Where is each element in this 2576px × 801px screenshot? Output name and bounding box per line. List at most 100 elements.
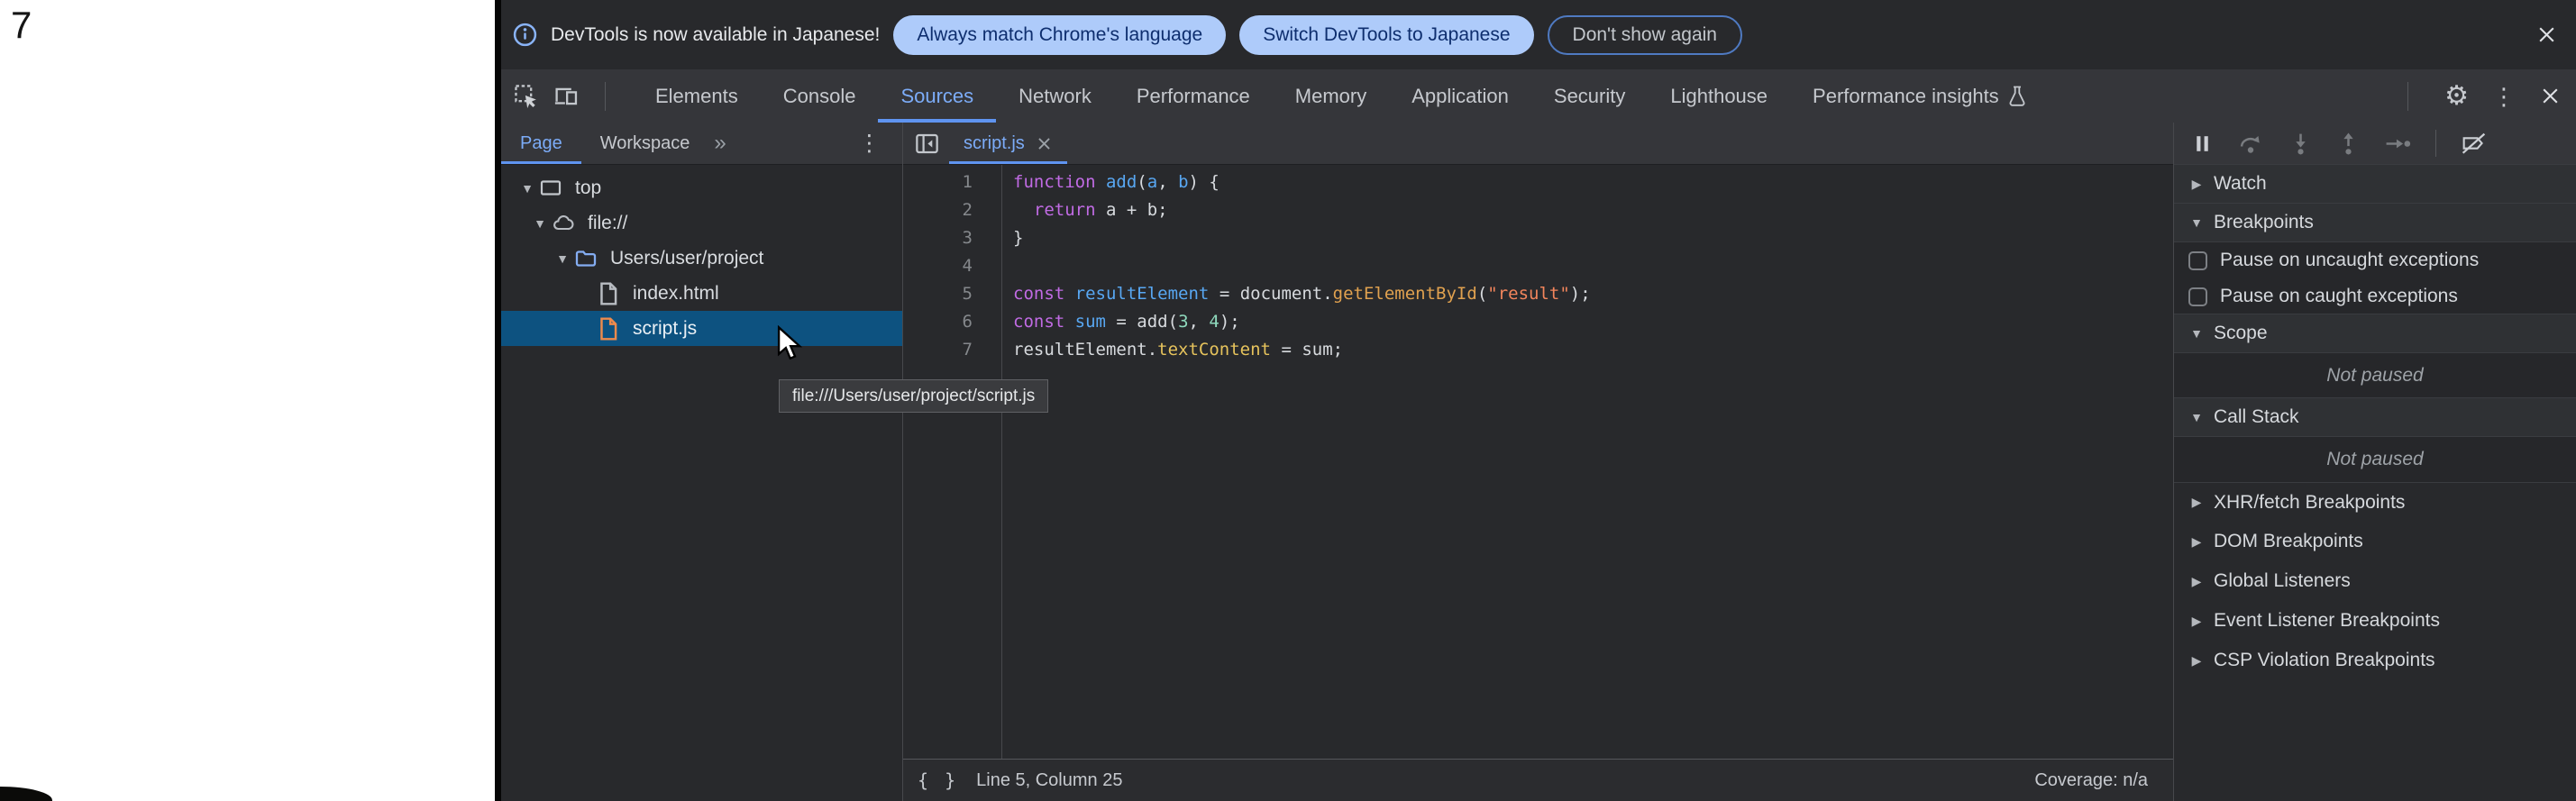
step-into-icon[interactable] [2288,132,2313,156]
toolbar-separator [2407,82,2408,111]
section-header-dom-breakpoints[interactable]: ▶DOM Breakpoints [2174,522,2576,561]
section-header-global-listeners[interactable]: ▶ Global Listeners [2174,561,2576,601]
inspect-icon[interactable] [513,83,540,110]
section-header-watch[interactable]: ▶ Watch [2174,164,2576,204]
line-number[interactable]: 1 [903,168,1001,196]
tab-close-icon[interactable] [1036,135,1053,152]
editor-tab-label: script.js [964,133,1025,154]
device-toolbar-icon[interactable] [553,83,580,110]
step-out-icon[interactable] [2336,132,2361,156]
cloud-icon [552,211,575,236]
code-line-1: function add(a, b) { [1013,168,1591,196]
code-line-4 [1013,252,1591,280]
code-content[interactable]: function add(a, b) { return a + b;}const… [1002,165,1591,759]
infobar-message: DevTools is now available in Japanese! [551,24,880,46]
debugger-sections: ▶ Watch ▼BreakpointsPause on uncaught exce… [2174,165,2576,801]
panel-toggle-icon[interactable] [914,131,940,157]
tab-lighthouse[interactable]: Lighthouse [1648,69,1790,123]
more-options-kebab-icon[interactable]: ⋮ [2492,85,2516,108]
section-label: Call Stack [2214,406,2299,428]
tab-elements[interactable]: Elements [633,69,761,123]
tab-application[interactable]: Application [1389,69,1531,123]
navigator-tab-page[interactable]: Page [501,123,581,164]
switch-devtools-japanese-button[interactable]: Switch DevTools to Japanese [1239,15,1533,55]
file-gray-icon [597,281,620,306]
code-line-7: resultElement.textContent = sum; [1013,336,1591,364]
step-icon[interactable] [2384,132,2412,156]
line-number[interactable]: 2 [903,196,1001,224]
section-label: Event Listener Breakpoints [2214,610,2440,632]
settings-gear-icon[interactable]: ⚙ [2444,83,2469,110]
not-paused-placeholder: Not paused [2174,437,2576,482]
deactivate-breakpoints-icon[interactable] [2460,132,2488,156]
collapsed-triangle-icon: ▶ [2188,495,2205,510]
tab-performance-insights[interactable]: Performance insights [1790,69,2050,123]
tab-memory[interactable]: Memory [1273,69,1389,123]
navigator-kebab-icon[interactable]: ⋮ [858,130,881,157]
section-label: DOM Breakpoints [2214,531,2363,552]
always-match-language-button[interactable]: Always match Chrome's language [893,15,1226,55]
expand-triangle-icon[interactable]: ▼ [519,181,535,196]
editor-tabstrip: script.js [903,123,2173,165]
collapsed-triangle-icon: ▶ [2188,574,2205,589]
section-header-breakpoints[interactable]: ▼Breakpoints [2174,203,2576,242]
tree-item-file[interactable]: ▼ file:// [501,205,902,241]
devtools-close-icon[interactable] [2539,85,2562,107]
toolbar-right: ⚙ ⋮ [2395,82,2576,111]
tab-sources[interactable]: Sources [878,69,996,123]
tree-item-label: Users/user/project [610,248,763,269]
section-label: Global Listeners [2214,570,2351,592]
infobar: DevTools is now available in Japanese! A… [501,0,2576,69]
section-header-call-stack[interactable]: ▼Call Stack [2174,397,2576,437]
collapsed-triangle-icon: ▶ [2188,653,2205,669]
tree-item-script-js[interactable]: script.js [501,311,902,346]
step-over-icon[interactable] [2238,132,2265,156]
line-number[interactable]: 5 [903,280,1001,308]
line-number[interactable]: 3 [903,224,1001,252]
debugger-sidebar: ▶ Watch ▼BreakpointsPause on uncaught exce… [2174,123,2576,801]
tree-item-label: file:// [588,213,627,234]
checkbox-row-pause-on-caught-exceptions[interactable]: Pause on caught exceptions [2174,278,2576,314]
debugger-toolbar-separator [2435,130,2436,157]
expand-triangle-icon[interactable]: ▼ [554,251,571,266]
code-line-6: const sum = add(3, 4); [1013,308,1591,336]
tab-network[interactable]: Network [996,69,1114,123]
line-number-gutter[interactable]: 1234567 [903,165,1002,759]
expanded-triangle-icon: ▼ [2188,326,2205,341]
collapsed-triangle-icon: ▶ [2188,614,2205,629]
checkbox-row-pause-on-uncaught-exceptions[interactable]: Pause on uncaught exceptions [2174,242,2576,278]
line-number[interactable]: 6 [903,308,1001,336]
infobar-close-icon[interactable] [2535,23,2558,46]
pretty-print-icon[interactable]: { } [918,771,958,789]
tab-security[interactable]: Security [1531,69,1648,123]
tree-item-label: index.html [633,283,719,305]
line-number[interactable]: 4 [903,252,1001,280]
section-header-xhr-fetch-breakpoints[interactable]: ▶XHR/fetch Breakpoints [2174,482,2576,522]
section-header-csp-violation-breakpoints[interactable]: ▶CSP Violation Breakpoints [2174,641,2576,680]
collapsed-triangle-icon: ▶ [2188,177,2205,192]
tree-item-users-user-project[interactable]: ▼ Users/user/project [501,241,902,276]
devtools-window: DevTools is now available in Japanese! A… [495,0,2576,801]
section-label: Scope [2214,323,2268,344]
editor-tab-script-js[interactable]: script.js [949,123,1067,164]
tree-item-top[interactable]: ▼top [501,170,902,205]
checkbox-icon[interactable] [2188,287,2207,306]
pause-icon[interactable] [2190,132,2215,156]
tab-console[interactable]: Console [761,69,879,123]
checkbox-icon[interactable] [2188,251,2207,270]
expand-triangle-icon[interactable]: ▼ [532,216,548,231]
partial-cursor-artifact [0,787,52,801]
not-paused-placeholder: Not paused [2174,353,2576,398]
section-label: Watch [2214,173,2267,195]
navigator-tab-workspace[interactable]: Workspace [581,123,709,164]
section-header-event-listener-breakpoints[interactable]: ▶ Event Listener Breakpoints [2174,601,2576,641]
line-number[interactable]: 7 [903,336,1001,364]
overflow-tabs-icon[interactable]: » [714,131,726,156]
navigator-tabs: PageWorkspace [501,123,708,164]
tab-performance[interactable]: Performance [1114,69,1273,123]
tree-item-index-html[interactable]: index.html [501,276,902,311]
section-header-scope[interactable]: ▼ Scope [2174,314,2576,353]
navigator-tabstrip: PageWorkspace » ⋮ [501,123,902,165]
dont-show-again-button[interactable]: Don't show again [1548,15,1742,55]
file-path-tooltip: file:///Users/user/project/script.js [779,379,1048,413]
